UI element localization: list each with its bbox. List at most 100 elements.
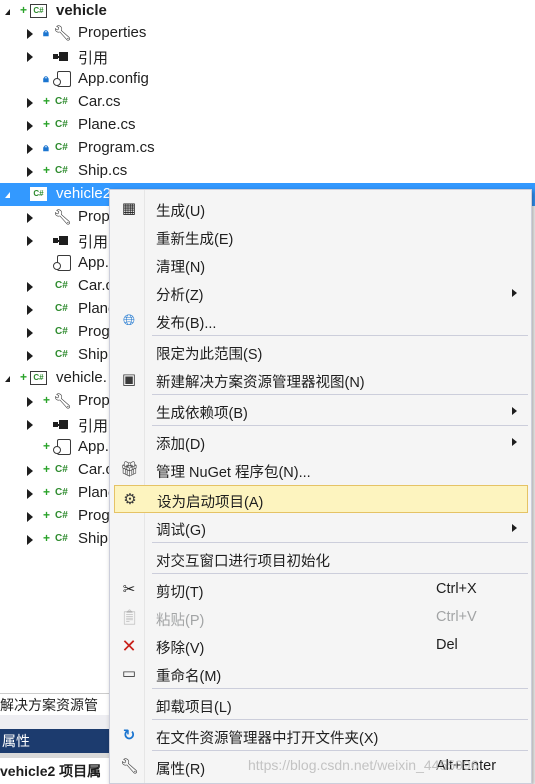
- menu-item-rename[interactable]: ▭ 重命名(M): [114, 660, 528, 688]
- expand-arrow-icon[interactable]: [27, 535, 33, 545]
- menu-item-scope-to-this[interactable]: 限定为此范围(S): [114, 338, 528, 366]
- expand-arrow-icon[interactable]: [27, 466, 33, 476]
- csharp-file-icon: C#: [55, 142, 68, 153]
- add-status-icon: +: [43, 462, 51, 476]
- project-label: vehicle.: [56, 369, 107, 386]
- menu-item-rebuild[interactable]: 重新生成(E): [114, 223, 528, 251]
- tree-item-label: Plane.cs: [78, 116, 136, 133]
- add-status-icon: +: [43, 531, 51, 545]
- expand-arrow-icon[interactable]: [27, 305, 33, 315]
- menu-item-open-in-file-explorer[interactable]: ↻ 在文件资源管理器中打开文件夹(X): [114, 722, 528, 750]
- collapse-arrow-icon[interactable]: [5, 376, 10, 382]
- wrench-icon: 🔧︎: [120, 758, 140, 775]
- nuget-icon: 🎁︎: [120, 461, 140, 478]
- scissors-icon: ✂︎: [122, 581, 136, 598]
- csharp-file-icon: C#: [55, 533, 68, 544]
- expand-arrow-icon[interactable]: [27, 144, 33, 154]
- wrench-icon: 🔧︎: [53, 209, 73, 226]
- expand-arrow-icon[interactable]: [27, 29, 33, 39]
- expand-arrow-icon[interactable]: [27, 512, 33, 522]
- add-status-icon: +: [43, 94, 51, 108]
- menu-item-manage-nuget[interactable]: 🎁︎ 管理 NuGet 程序包(N)...: [114, 456, 528, 484]
- config-file-icon: [53, 439, 71, 455]
- menu-item-paste[interactable]: 📋︎ 粘贴(P) Ctrl+V: [114, 604, 528, 632]
- tree-item-references[interactable]: 引用: [0, 45, 535, 68]
- wrench-icon: 🔧︎: [53, 393, 73, 410]
- menu-item-build-dependencies[interactable]: 生成依赖项(B): [114, 397, 528, 425]
- menu-item-new-solution-explorer-view[interactable]: ▣ 新建解决方案资源管理器视图(N): [114, 366, 528, 394]
- menu-separator: [152, 688, 528, 689]
- menu-item-initialize-interactive[interactable]: 对交互窗口进行项目初始化: [114, 545, 528, 573]
- references-icon: [53, 419, 71, 429]
- expand-arrow-icon[interactable]: [27, 121, 33, 131]
- csharp-file-icon: C#: [55, 464, 68, 475]
- project-node-vehicle[interactable]: + C# vehicle: [0, 0, 535, 23]
- menu-separator: [152, 573, 528, 574]
- add-status-icon: +: [43, 163, 51, 177]
- references-icon: [53, 235, 71, 245]
- menu-item-set-as-startup-project[interactable]: ⚙︎ 设为启动项目(A): [114, 485, 528, 513]
- menu-separator: [152, 750, 528, 751]
- menu-item-build[interactable]: ▦ 生成(U): [114, 195, 528, 223]
- tree-item-ship-cs[interactable]: + C# Ship.cs: [0, 160, 535, 183]
- menu-item-unload-project[interactable]: 卸载项目(L): [114, 691, 528, 719]
- expand-arrow-icon[interactable]: [27, 282, 33, 292]
- expand-arrow-icon[interactable]: [27, 397, 33, 407]
- menu-item-debug[interactable]: 调试(G): [114, 514, 528, 542]
- csharp-file-icon: C#: [55, 487, 68, 498]
- tree-item-label: 引用: [78, 234, 109, 251]
- watermark: https://blog.csdn.net/weixin_4455096: [248, 757, 479, 773]
- menu-item-remove[interactable]: ✕ 移除(V) Del: [114, 632, 528, 660]
- tree-item-properties[interactable]: 🔒︎ 🔧︎ Properties: [0, 22, 535, 45]
- menu-item-cut[interactable]: ✂︎ 剪切(T) Ctrl+X: [114, 576, 528, 604]
- expand-arrow-icon[interactable]: [27, 167, 33, 177]
- csharp-file-icon: C#: [55, 510, 68, 521]
- tree-item-car-cs[interactable]: + C# Car.cs: [0, 91, 535, 114]
- collapse-arrow-icon[interactable]: [5, 9, 10, 15]
- add-status-icon: +: [43, 393, 51, 407]
- lock-icon: 🔒︎: [43, 142, 49, 154]
- tree-item-program-cs[interactable]: 🔒︎ C# Program.cs: [0, 137, 535, 160]
- menu-item-publish[interactable]: 🌐︎ 发布(B)...: [114, 307, 528, 335]
- menu-item-clean[interactable]: 清理(N): [114, 251, 528, 279]
- csharp-file-icon: C#: [55, 303, 68, 314]
- submenu-arrow-icon: [512, 438, 517, 446]
- expand-arrow-icon[interactable]: [27, 98, 33, 108]
- tree-item-label: Ship.cs: [78, 162, 128, 179]
- tree-item-label: Program.cs: [78, 139, 155, 156]
- tree-item-plane-cs[interactable]: + C# Plane.cs: [0, 114, 535, 137]
- tree-item-app-config[interactable]: 🔒︎ App.config: [0, 68, 535, 91]
- properties-panel-title: 属性: [0, 729, 110, 753]
- add-status-icon: +: [43, 439, 51, 453]
- project-label: vehicle: [56, 2, 107, 19]
- tree-item-label: 引用: [78, 418, 109, 435]
- menu-item-add[interactable]: 添加(D): [114, 428, 528, 456]
- refresh-arrow-icon: ↻: [122, 727, 136, 744]
- menu-item-analyze[interactable]: 分析(Z): [114, 279, 528, 307]
- tree-item-label: Properties: [78, 24, 147, 41]
- context-menu: ▦ 生成(U) 重新生成(E) 清理(N) 分析(Z) 🌐︎ 发布(B)... …: [109, 189, 532, 784]
- csharp-project-icon: C#: [30, 4, 47, 18]
- gear-icon: ⚙︎: [123, 491, 137, 508]
- expand-arrow-icon[interactable]: [27, 52, 33, 62]
- solution-explorer-tab[interactable]: 解决方案资源管理器: [0, 693, 110, 735]
- csharp-project-icon: C#: [30, 187, 47, 201]
- new-view-icon: ▣: [121, 371, 137, 388]
- csharp-file-icon: C#: [55, 119, 68, 130]
- csharp-file-icon: C#: [55, 96, 68, 107]
- config-file-icon: [53, 255, 71, 271]
- expand-arrow-icon[interactable]: [27, 420, 33, 430]
- references-icon: [53, 51, 71, 61]
- expand-arrow-icon[interactable]: [27, 489, 33, 499]
- submenu-arrow-icon: [512, 289, 517, 297]
- submenu-arrow-icon: [512, 524, 517, 532]
- add-status-icon: +: [20, 3, 28, 17]
- expand-arrow-icon[interactable]: [27, 213, 33, 223]
- properties-object-selector[interactable]: vehicle2 项目属性: [0, 758, 110, 784]
- expand-arrow-icon[interactable]: [27, 236, 33, 246]
- expand-arrow-icon[interactable]: [27, 351, 33, 361]
- collapse-arrow-icon[interactable]: [5, 192, 10, 198]
- expand-arrow-icon[interactable]: [27, 328, 33, 338]
- panel-divider: [0, 715, 110, 729]
- tree-item-label: App.config: [78, 70, 149, 87]
